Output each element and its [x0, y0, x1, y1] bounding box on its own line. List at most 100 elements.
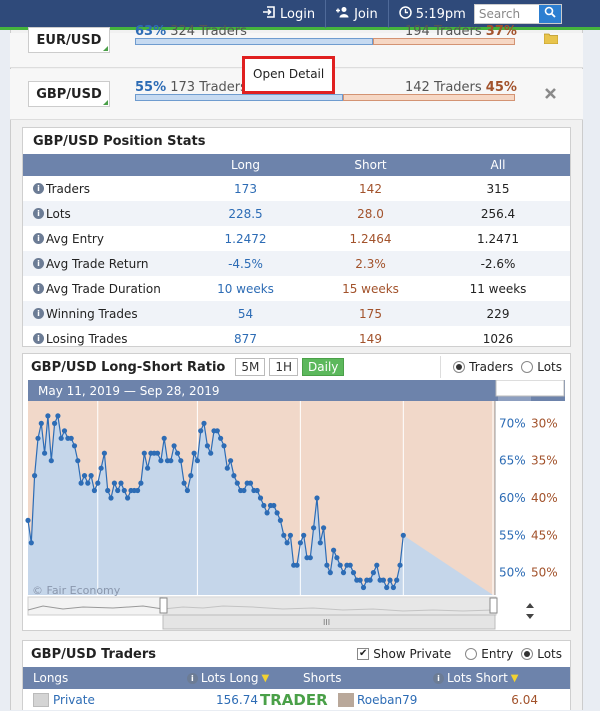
join-link[interactable]: Join	[336, 6, 378, 22]
data-point[interactable]	[384, 584, 390, 591]
data-point[interactable]	[138, 480, 144, 486]
data-point[interactable]	[321, 525, 327, 531]
data-point[interactable]	[274, 510, 280, 516]
pair-symbol[interactable]: EUR/USD	[28, 27, 110, 53]
timeframe-1h-button[interactable]: 1H	[269, 358, 299, 376]
info-icon[interactable]: i	[33, 333, 44, 344]
data-point[interactable]	[337, 562, 343, 568]
data-point[interactable]	[228, 458, 234, 464]
data-point[interactable]	[161, 435, 167, 441]
data-point[interactable]	[317, 540, 323, 546]
data-point[interactable]	[287, 532, 293, 538]
data-point[interactable]	[194, 458, 200, 464]
data-point[interactable]	[42, 450, 48, 456]
data-point[interactable]	[108, 495, 114, 501]
data-point[interactable]	[350, 570, 357, 576]
data-point[interactable]	[327, 570, 333, 576]
data-point[interactable]	[331, 547, 337, 553]
header-lots-long[interactable]: i Lots Long ▼	[163, 671, 293, 685]
data-point[interactable]	[397, 562, 403, 568]
data-point[interactable]	[101, 450, 107, 456]
data-point[interactable]	[38, 420, 44, 426]
data-point[interactable]	[105, 487, 111, 494]
data-point[interactable]	[257, 495, 264, 501]
data-point[interactable]	[390, 584, 396, 591]
data-point[interactable]	[307, 555, 313, 561]
close-icon[interactable]	[544, 87, 557, 104]
info-icon[interactable]: i	[33, 308, 44, 319]
data-point[interactable]	[85, 480, 91, 486]
data-point[interactable]	[174, 450, 181, 456]
header-lots-short[interactable]: i Lots Short ▼	[433, 671, 563, 685]
data-point[interactable]	[224, 465, 230, 471]
traders-row[interactable]: Private 156.74 TRADER Roeban79 6.04	[23, 689, 570, 711]
data-point[interactable]	[400, 532, 406, 538]
long-trader-name[interactable]: Private	[53, 693, 95, 707]
data-point[interactable]	[32, 473, 38, 479]
data-point[interactable]	[360, 584, 367, 591]
data-point[interactable]	[75, 458, 81, 464]
data-point[interactable]	[314, 495, 320, 501]
open-detail-label[interactable]: Open Detail	[253, 67, 324, 81]
data-point[interactable]	[188, 473, 194, 479]
data-point[interactable]	[35, 435, 41, 441]
data-point[interactable]	[241, 487, 247, 494]
data-point[interactable]	[247, 480, 254, 486]
data-point[interactable]	[158, 458, 164, 464]
data-point[interactable]	[208, 450, 214, 456]
data-point[interactable]	[145, 465, 151, 471]
search-input[interactable]: Search	[475, 7, 539, 21]
data-point[interactable]	[141, 450, 147, 456]
data-point[interactable]	[198, 428, 204, 434]
data-point[interactable]	[294, 562, 300, 568]
data-point[interactable]	[184, 487, 190, 494]
data-point[interactable]	[68, 435, 74, 441]
data-point[interactable]	[48, 458, 54, 464]
navigator-window[interactable]	[163, 597, 495, 615]
data-point[interactable]	[135, 487, 141, 494]
data-point[interactable]	[367, 577, 373, 583]
header-longs[interactable]: Longs	[23, 671, 163, 685]
header-shorts[interactable]: Shorts	[293, 671, 433, 685]
data-point[interactable]	[168, 458, 174, 464]
show-private-toggle[interactable]: ✔ Show Private	[357, 647, 451, 661]
data-point[interactable]	[88, 473, 94, 479]
data-point[interactable]	[154, 450, 161, 456]
login-link[interactable]: Login	[262, 6, 315, 22]
pair-symbol[interactable]: GBP/USD	[28, 81, 110, 107]
info-icon[interactable]: i	[33, 283, 44, 294]
data-point[interactable]	[121, 487, 127, 494]
navigator-handle-right[interactable]	[489, 597, 498, 614]
data-point[interactable]	[234, 480, 240, 486]
data-point[interactable]	[297, 540, 303, 546]
data-point[interactable]	[181, 480, 187, 486]
data-point[interactable]	[284, 540, 290, 546]
data-point[interactable]	[81, 473, 88, 479]
data-point[interactable]	[261, 502, 267, 509]
info-icon[interactable]: i	[33, 258, 44, 269]
search-button[interactable]	[538, 5, 561, 23]
data-point[interactable]	[254, 487, 260, 494]
data-point[interactable]	[357, 577, 363, 583]
data-point[interactable]	[218, 435, 224, 441]
data-point[interactable]	[380, 577, 386, 583]
data-point[interactable]	[231, 473, 237, 479]
data-point[interactable]	[25, 517, 31, 523]
data-point[interactable]	[394, 577, 400, 583]
data-point[interactable]	[55, 413, 61, 419]
open-detail-tooltip[interactable]: Open Detail	[242, 56, 335, 94]
data-point[interactable]	[334, 555, 340, 561]
timeframe-5m-button[interactable]: 5M	[235, 358, 266, 376]
data-point[interactable]	[78, 480, 84, 486]
data-point[interactable]	[374, 562, 380, 568]
data-point[interactable]	[370, 570, 376, 576]
data-point[interactable]	[281, 532, 287, 538]
data-point[interactable]	[347, 562, 353, 568]
up-down-arrows-icon[interactable]	[526, 603, 534, 619]
data-point[interactable]	[111, 480, 117, 486]
data-point[interactable]	[387, 577, 393, 583]
data-point[interactable]	[171, 443, 177, 449]
navigator-handle-left[interactable]	[159, 597, 168, 614]
timeframe-daily-button[interactable]: Daily	[302, 358, 345, 376]
data-point[interactable]	[115, 487, 121, 494]
